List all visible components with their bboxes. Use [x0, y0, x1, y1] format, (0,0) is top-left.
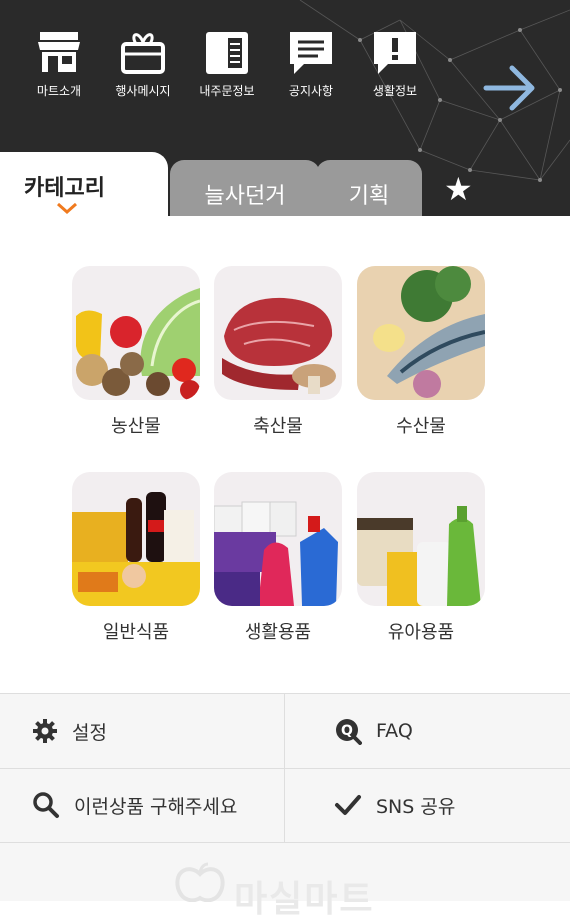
faq-label: FAQ: [376, 720, 413, 742]
category-label: 축산물: [253, 416, 303, 437]
product-request-label: 이런상품 구해주세요: [74, 795, 238, 818]
top-header: 마트소개 행사메시지 내주문정보 공지사항 생활정보 늘사던거 기획 카테고리 …: [0, 0, 570, 216]
category-seafood[interactable]: 수산물: [357, 266, 485, 438]
baby-image: [357, 472, 485, 606]
meat-image: [214, 266, 342, 400]
category-meat[interactable]: 축산물: [214, 266, 342, 438]
svg-text:Q: Q: [341, 723, 353, 739]
alert-message-icon: [374, 32, 416, 74]
message-icon: [290, 32, 332, 74]
menu-order-info[interactable]: 내주문정보: [184, 28, 270, 99]
product-request-button[interactable]: 이런상품 구해주세요: [32, 768, 284, 842]
apple-logo-icon: [175, 862, 225, 902]
store-icon: [38, 32, 80, 72]
household-image: [214, 472, 342, 606]
sns-share-button[interactable]: SNS 공유: [334, 768, 570, 842]
tab-category-label: 카테고리: [24, 176, 105, 201]
gear-icon: [33, 719, 57, 743]
tab-category[interactable]: 카테고리: [0, 152, 168, 216]
chevron-down-icon: [57, 202, 77, 214]
faq-icon: Q: [336, 719, 362, 745]
star-icon[interactable]: ★: [444, 170, 473, 208]
category-label: 수산물: [396, 416, 446, 437]
category-label: 생활용품: [244, 622, 312, 643]
menu-life-info[interactable]: 생활정보: [352, 28, 438, 99]
checkmark-icon: [335, 795, 361, 815]
book-icon: [206, 32, 248, 74]
category-household[interactable]: 생활용품: [214, 472, 342, 644]
bottom-row-1: 설정 Q FAQ: [0, 694, 570, 769]
produce-image: [72, 266, 200, 400]
category-label: 일반식품: [102, 622, 170, 643]
menu-label: 생활정보: [372, 84, 418, 98]
category-general-food[interactable]: 일반식품: [72, 472, 200, 644]
tab-special[interactable]: 기획: [316, 160, 422, 216]
arrow-right-icon[interactable]: [480, 58, 540, 118]
category-label: 유아용품: [387, 622, 455, 643]
menu-event-message[interactable]: 행사메시지: [100, 28, 186, 99]
category-produce[interactable]: 농산물: [72, 266, 200, 438]
faq-button[interactable]: Q FAQ: [334, 694, 570, 768]
tab-bar: 늘사던거 기획 카테고리 ★: [0, 150, 570, 216]
bottom-row-2: 이런상품 구해주세요 SNS 공유: [0, 768, 570, 843]
menu-label: 행사메시지: [115, 84, 171, 98]
general-food-image: [72, 472, 200, 606]
bottom-menu: 설정 Q FAQ 이런상품 구해주세요 SNS 공유 마실마트: [0, 693, 570, 920]
brand-logo-text: 마실마트: [234, 879, 375, 920]
menu-notice[interactable]: 공지사항: [268, 28, 354, 99]
menu-mart-intro[interactable]: 마트소개: [16, 28, 102, 99]
tab-usual[interactable]: 늘사던거: [170, 160, 320, 216]
category-baby[interactable]: 유아용품: [357, 472, 485, 644]
menu-label: 마트소개: [36, 84, 82, 98]
menu-label: 공지사항: [288, 84, 334, 98]
settings-label: 설정: [72, 721, 107, 744]
search-icon: [33, 792, 59, 818]
divider: [284, 694, 285, 842]
gift-icon: [121, 33, 165, 74]
category-label: 농산물: [111, 416, 161, 437]
menu-label: 내주문정보: [199, 84, 255, 98]
settings-button[interactable]: 설정: [32, 694, 284, 768]
seafood-image: [357, 266, 485, 400]
sns-share-label: SNS 공유: [376, 795, 456, 818]
